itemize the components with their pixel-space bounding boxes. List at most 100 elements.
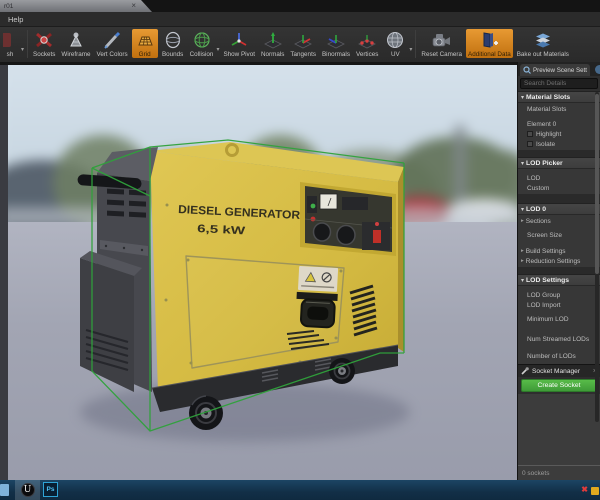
lod-group-row[interactable]: LOD Group	[518, 290, 600, 300]
details-tab-bar: Preview Scene Sett	[518, 62, 600, 76]
toolbar-button-bounds[interactable]: Bounds	[160, 29, 186, 58]
panel-breaker-switch	[373, 230, 381, 243]
sockets-icon	[33, 30, 55, 50]
warning-sticker	[296, 266, 339, 302]
section-lod-settings[interactable]: ▾ LOD Settings	[518, 274, 600, 286]
tab-preview-scene-settings[interactable]: Preview Scene Sett	[520, 64, 590, 76]
uv-icon	[384, 30, 406, 50]
bake-materials-icon	[532, 30, 554, 50]
main-area: DIESEL GENERATOR 6,5 kW Preview Scene Se…	[0, 62, 600, 480]
next-tab-icon[interactable]	[595, 65, 600, 74]
binormals-icon	[325, 30, 347, 50]
taskbar-app-icon[interactable]	[0, 484, 9, 496]
toolbar-button-sockets[interactable]: Sockets	[31, 29, 57, 58]
highlight-checkbox-row[interactable]: Highlight	[518, 129, 600, 139]
create-socket-button[interactable]: Create Socket	[521, 379, 597, 392]
section-lod-0[interactable]: ▾ LOD 0	[518, 203, 600, 215]
wheel-front	[189, 395, 223, 430]
expander-icon[interactable]: ▸	[521, 218, 524, 224]
panel-red-button	[310, 216, 316, 222]
lod-picker-body: LOD Custom	[518, 169, 600, 194]
minimum-lod-row[interactable]: Minimum LOD	[518, 314, 600, 324]
sections-row[interactable]: ▸ Sections	[518, 216, 600, 226]
model-label-line2: 6,5 kW	[197, 223, 246, 237]
tray-yellow-icon[interactable]	[591, 487, 599, 495]
toolbar-button-tangents[interactable]: Tangents	[288, 29, 318, 58]
toolbar-button-vert-colors[interactable]: Vert Colors	[94, 29, 129, 58]
socket-manager-header[interactable]: Socket Manager ×	[518, 364, 600, 377]
toolbar-button-show-pivot[interactable]: Show Pivot	[221, 29, 257, 58]
toolbar-button-reimport[interactable]: sh	[0, 29, 20, 58]
toolbar-button-reset-camera[interactable]: Reset Camera	[419, 29, 464, 58]
search-details-input[interactable]	[520, 78, 598, 89]
show-pivot-icon	[228, 30, 250, 50]
highlight-checkbox[interactable]	[527, 131, 533, 137]
collision-icon	[191, 30, 213, 50]
panel-display	[342, 197, 368, 210]
title-bar: r01 ×	[0, 0, 600, 12]
toolbar-button-normals[interactable]: Normals	[259, 29, 286, 58]
toolbar-button-grid[interactable]: Grid	[131, 29, 158, 58]
panel-socket-outlet	[312, 222, 332, 242]
toolbar-button-collision[interactable]: Collision	[188, 29, 216, 58]
tray-red-icon[interactable]: ✖	[581, 486, 588, 494]
element-0-row[interactable]: Element 0	[518, 119, 600, 129]
toolbar: sh ▾ Sockets Wireframe Vert Colors Grid …	[0, 27, 600, 62]
isolate-checkbox[interactable]	[527, 141, 533, 147]
collision-dropdown-caret[interactable]: ▾	[216, 46, 219, 53]
taskbar-unreal-icon[interactable]: U	[15, 480, 40, 500]
expander-icon[interactable]: ▸	[521, 248, 524, 254]
reimport-dropdown-caret[interactable]: ▾	[21, 46, 24, 53]
menu-bar: Help	[0, 12, 600, 27]
num-streamed-lods-row[interactable]: Num Streamed LODs	[518, 334, 600, 344]
uv-dropdown-caret[interactable]: ▾	[409, 46, 412, 53]
panel-gauge	[319, 193, 338, 210]
section-material-slots[interactable]: ▾ Material Slots	[518, 91, 600, 103]
toolbar-button-bake-materials[interactable]: Bake out Materials	[515, 29, 571, 58]
collapse-arrow-icon: ▾	[521, 277, 525, 284]
wireframe-icon	[65, 30, 87, 50]
scrollbar-thumb[interactable]	[595, 94, 599, 274]
lod-import-row[interactable]: LOD Import	[518, 300, 600, 310]
toolbar-separator	[27, 30, 29, 58]
door-latch	[299, 298, 336, 329]
taskbar-photoshop-icon[interactable]: Ps	[43, 482, 58, 497]
toolbar-button-uv[interactable]: UV	[382, 29, 408, 58]
lod-settings-body: LOD Group LOD Import Minimum LOD Num Str…	[518, 286, 600, 364]
normals-icon	[262, 30, 284, 50]
preview-scene-icon	[523, 66, 531, 74]
menu-help[interactable]: Help	[8, 15, 23, 24]
reduction-settings-row[interactable]: ▸ Reduction Settings	[518, 256, 600, 266]
section-lod-picker[interactable]: ▾ LOD Picker	[518, 157, 600, 169]
toolbar-button-additional-data[interactable]: Additional Data	[466, 29, 513, 58]
app-window: r01 × Help sh ▾ Sockets Wireframe Vert C…	[0, 0, 600, 500]
tangents-icon	[292, 30, 314, 50]
material-slots-row[interactable]: Material Slots	[518, 104, 600, 114]
isolate-checkbox-row[interactable]: Isolate	[518, 139, 600, 149]
toolbar-separator	[415, 30, 417, 58]
toolbar-button-vertices[interactable]: Vertices	[354, 29, 380, 58]
viewport-3d[interactable]: DIESEL GENERATOR 6,5 kW	[8, 65, 517, 480]
details-panel: Preview Scene Sett ▾ Material Slots Mate…	[517, 62, 600, 480]
reimport-icon	[3, 30, 17, 50]
custom-row[interactable]: Custom	[518, 183, 600, 193]
static-mesh-canvas: DIESEL GENERATOR 6,5 kW	[77, 139, 410, 442]
number-of-lods-row[interactable]: Number of LODs	[518, 351, 600, 361]
socket-manager-icon	[521, 367, 529, 375]
collapse-arrow-icon: ▾	[521, 94, 525, 101]
toolbar-button-wireframe[interactable]: Wireframe	[59, 29, 92, 58]
expander-icon[interactable]: ▸	[521, 258, 524, 264]
lod-0-body: ▸ Sections Screen Size ▸ Build Settings …	[518, 215, 600, 267]
vert-colors-icon	[101, 30, 123, 50]
toolbar-button-binormals[interactable]: Binormals	[320, 29, 352, 58]
os-taskbar: U Ps ✖	[0, 480, 600, 500]
generator-model[interactable]: DIESEL GENERATOR 6,5 kW	[77, 142, 410, 442]
lod-row[interactable]: LOD	[518, 173, 600, 183]
panel-socket-outlet	[336, 224, 356, 246]
build-settings-row[interactable]: ▸ Build Settings	[518, 246, 600, 256]
details-scrollbar[interactable]	[595, 92, 599, 422]
reset-camera-icon	[430, 30, 454, 50]
asset-tab[interactable]: r01 ×	[0, 0, 152, 12]
tab-close-icon[interactable]: ×	[131, 1, 136, 11]
screen-size-row[interactable]: Screen Size	[518, 230, 600, 240]
